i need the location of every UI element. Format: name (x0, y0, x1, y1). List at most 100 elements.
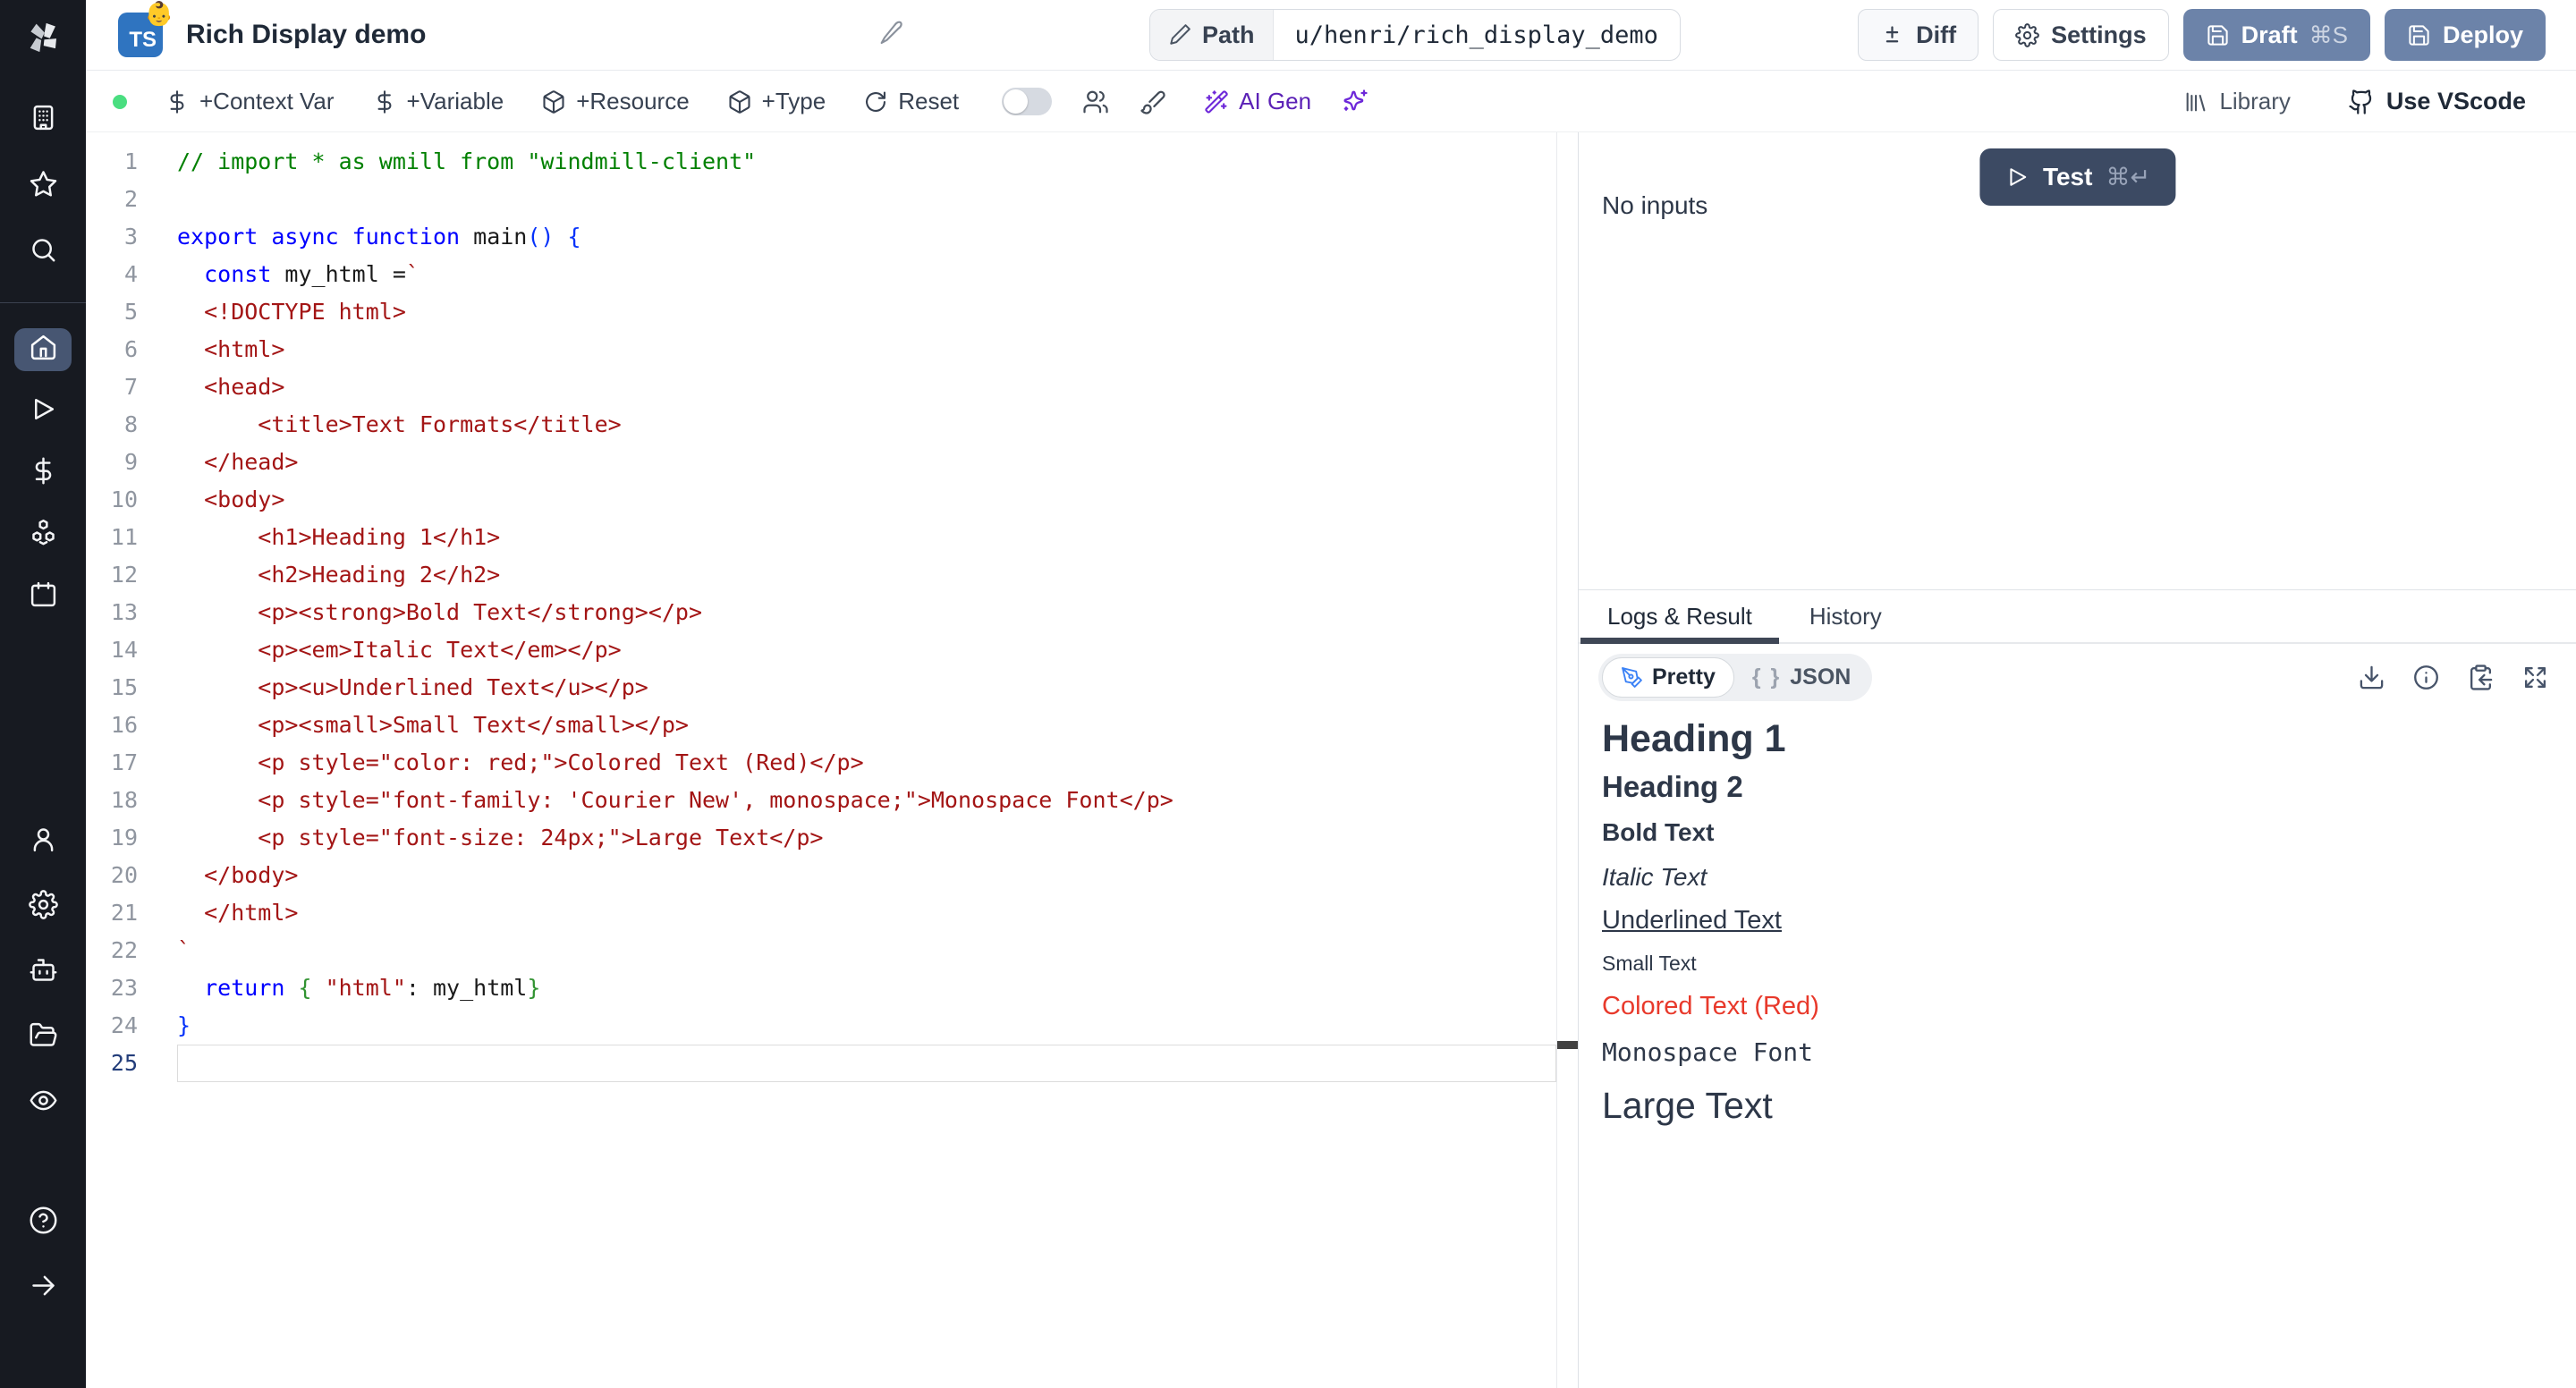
rename-pencil-icon[interactable] (877, 20, 906, 53)
gear-icon (2015, 23, 2039, 47)
users-icon[interactable] (1082, 89, 1109, 115)
code-line[interactable]: 11 <h1>Heading 1</h1> (86, 519, 1556, 556)
code-line[interactable]: 10 <body> (86, 481, 1556, 519)
package-icon (727, 89, 752, 114)
code-line[interactable]: 20 </body> (86, 857, 1556, 894)
line-number: 19 (86, 819, 138, 857)
add-type-button[interactable]: +Type (727, 88, 826, 115)
sidebar-item-resources[interactable] (14, 513, 72, 556)
format-brush-icon[interactable] (1140, 89, 1166, 115)
line-number: 18 (86, 782, 138, 819)
sparkles-icon[interactable] (1342, 89, 1368, 115)
wand-sparkles-icon (1204, 89, 1229, 114)
line-number: 12 (86, 556, 138, 594)
line-number: 5 (86, 293, 138, 331)
robot-icon (29, 955, 58, 989)
arrow-right-icon (29, 1271, 58, 1305)
code-line[interactable]: 1// import * as wmill from "windmill-cli… (86, 143, 1556, 181)
sidebar-item-workers[interactable] (14, 951, 72, 994)
code-line[interactable]: 16 <p><small>Small Text</small></p> (86, 707, 1556, 744)
add-variable-button[interactable]: +Variable (372, 88, 504, 115)
line-number: 8 (86, 406, 138, 444)
language-badge: TS 👶 (118, 13, 163, 57)
result-item-underline: Underlined Text (1602, 906, 2576, 935)
save-icon (2407, 23, 2431, 47)
sidebar-item-folders[interactable] (14, 1016, 72, 1059)
info-icon[interactable] (2412, 664, 2440, 691)
draft-button[interactable]: Draft ⌘S (2183, 9, 2370, 61)
code-line[interactable]: 4 const my_html =` (86, 256, 1556, 293)
pretty-toggle[interactable]: Pretty (1602, 657, 1734, 698)
sidebar-item-schedules[interactable] (14, 575, 72, 618)
code-line[interactable]: 21 </html> (86, 894, 1556, 932)
diff-mode-toggle[interactable] (1002, 88, 1052, 115)
sidebar-item-home[interactable] (14, 328, 72, 371)
sidebar-item-search[interactable] (14, 231, 72, 274)
code-line[interactable]: 12 <h2>Heading 2</h2> (86, 556, 1556, 594)
code-line[interactable]: 19 <p style="font-size: 24px;">Large Tex… (86, 819, 1556, 857)
code-line[interactable]: 14 <p><em>Italic Text</em></p> (86, 631, 1556, 669)
settings-button[interactable]: Settings (1993, 9, 2169, 61)
right-panel: Test ⌘↵ No inputs Logs & Result History … (1578, 132, 2576, 1388)
header: TS 👶 Rich Display demo Path u/henri/rich… (86, 0, 2576, 71)
editor-overview-ruler[interactable] (1556, 132, 1578, 1388)
code-line[interactable]: 13 <p><strong>Bold Text</strong></p> (86, 594, 1556, 631)
code-line[interactable]: 7 <head> (86, 368, 1556, 406)
deploy-button[interactable]: Deploy (2385, 9, 2546, 61)
code-line[interactable]: 18 <p style="font-family: 'Courier New',… (86, 782, 1556, 819)
diff-button[interactable]: Diff (1858, 9, 1979, 61)
result-item-red: Colored Text (Red) (1602, 992, 2576, 1021)
search-icon (29, 235, 58, 269)
sidebar-collapse-button[interactable] (14, 1266, 72, 1309)
dollar-icon (165, 89, 190, 114)
line-number: 7 (86, 368, 138, 406)
expand-icon[interactable] (2521, 664, 2549, 691)
sidebar-item-settings[interactable] (14, 885, 72, 928)
reset-button[interactable]: Reset (863, 88, 959, 115)
help-circle-icon (29, 1206, 58, 1240)
code-editor[interactable]: 1// import * as wmill from "windmill-cli… (86, 132, 1556, 1388)
code-line[interactable]: 5 <!DOCTYPE html> (86, 293, 1556, 331)
code-line[interactable]: 15 <p><u>Underlined Text</u></p> (86, 669, 1556, 707)
ai-gen-button[interactable]: AI Gen (1204, 88, 1311, 115)
code-line[interactable]: 24} (86, 1007, 1556, 1045)
code-line[interactable]: 2 (86, 181, 1556, 218)
sidebar-item-favorites[interactable] (14, 165, 72, 207)
line-number: 17 (86, 744, 138, 782)
tab-history[interactable]: History (1781, 590, 1911, 642)
line-number: 25 (86, 1045, 138, 1082)
sidebar-item-help[interactable] (14, 1201, 72, 1244)
line-number: 20 (86, 857, 138, 894)
code-line[interactable]: 6 <html> (86, 331, 1556, 368)
result-item-h1: Heading 1 (1602, 717, 2576, 761)
clipboard-copy-icon[interactable] (2467, 664, 2495, 691)
code-line[interactable]: 3export async function main() { (86, 218, 1556, 256)
library-button[interactable]: Library (2183, 88, 2290, 115)
code-line[interactable]: 17 <p style="color: red;">Colored Text (… (86, 744, 1556, 782)
test-button[interactable]: Test ⌘↵ (1979, 148, 2175, 206)
path-value[interactable]: u/henri/rich_display_demo (1274, 10, 1680, 60)
code-line[interactable]: 8 <title>Text Formats</title> (86, 406, 1556, 444)
windmill-logo-icon[interactable] (23, 13, 63, 63)
sidebar (0, 0, 86, 1388)
pencil-icon (1168, 23, 1191, 47)
path-widget[interactable]: Path u/henri/rich_display_demo (1149, 9, 1681, 61)
diff-icon (1880, 23, 1904, 47)
sidebar-item-variables[interactable] (14, 452, 72, 495)
use-vscode-button[interactable]: Use VScode (2348, 88, 2526, 115)
code-line[interactable]: 25 (86, 1045, 1556, 1082)
json-toggle[interactable]: { } JSON (1734, 658, 1869, 697)
line-number: 4 (86, 256, 138, 293)
sidebar-item-runs[interactable] (14, 390, 72, 433)
sidebar-item-workspace[interactable] (14, 98, 72, 141)
result-item-italic: Italic Text (1602, 863, 2576, 892)
tab-logs-result[interactable]: Logs & Result (1579, 590, 1781, 642)
add-context-var-button[interactable]: +Context Var (165, 88, 335, 115)
code-line[interactable]: 9 </head> (86, 444, 1556, 481)
code-line[interactable]: 23 return { "html": my_html} (86, 969, 1556, 1007)
code-line[interactable]: 22` (86, 932, 1556, 969)
download-icon[interactable] (2358, 664, 2385, 691)
sidebar-item-audit[interactable] (14, 1081, 72, 1124)
add-resource-button[interactable]: +Resource (541, 88, 689, 115)
sidebar-item-users[interactable] (14, 820, 72, 863)
